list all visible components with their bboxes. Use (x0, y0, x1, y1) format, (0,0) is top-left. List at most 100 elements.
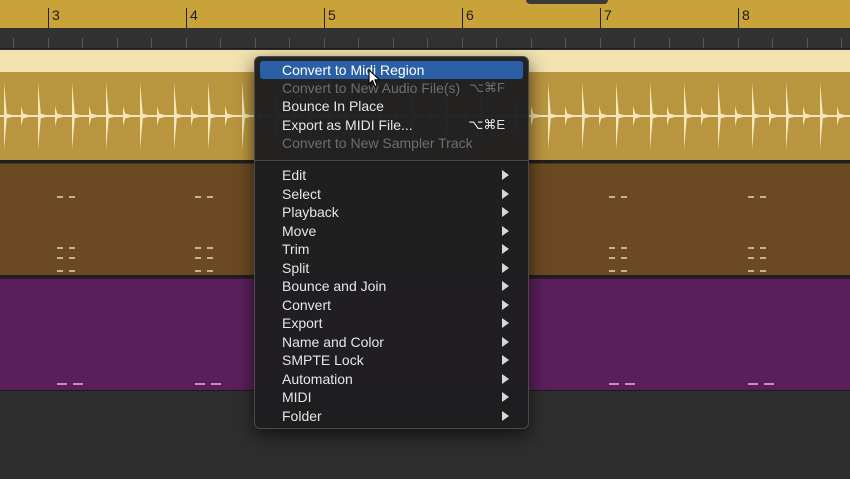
ruler-tick (324, 38, 325, 48)
ruler-tick (634, 38, 635, 48)
submenu-arrow-icon (502, 411, 509, 421)
midi-note (69, 196, 75, 198)
midi-note (207, 247, 213, 249)
menu-item-label: Export as MIDI File... (282, 117, 413, 133)
menu-item-label: Bounce In Place (282, 98, 384, 114)
ruler-subdivisions (0, 28, 850, 49)
menu-item-label: Playback (282, 204, 339, 220)
bar-marker (48, 8, 49, 28)
ruler-tick (600, 38, 601, 48)
submenu-arrow-icon (502, 244, 509, 254)
menu-item-bounce-in-place[interactable]: Bounce In Place (260, 97, 523, 115)
menu-item-label: Convert to Midi Region (282, 62, 425, 78)
submenu-select[interactable]: Select (260, 185, 523, 203)
midi-note (621, 257, 627, 259)
menu-item-label: Folder (282, 408, 322, 424)
menu-item-label: MIDI (282, 389, 312, 405)
submenu-playback[interactable]: Playback (260, 203, 523, 221)
midi-note (195, 383, 205, 385)
toolbar-button[interactable] (526, 0, 608, 4)
midi-note (211, 383, 221, 385)
midi-note (760, 257, 766, 259)
submenu-arrow-icon (502, 226, 509, 236)
menu-item-convert-to-midi-region[interactable]: Convert to Midi Region (260, 61, 523, 79)
menu-item-shortcut: ⌥⌘E (468, 117, 505, 132)
ruler-tick (117, 38, 118, 48)
bar-marker (738, 8, 739, 28)
menu-item-label: Split (282, 260, 310, 276)
submenu-arrow-icon (502, 189, 509, 199)
midi-note (69, 247, 75, 249)
midi-note (748, 247, 754, 249)
submenu-edit[interactable]: Edit (260, 166, 523, 184)
ruler-tick (48, 38, 49, 48)
ruler-tick (807, 38, 808, 48)
submenu-arrow-icon (502, 300, 509, 310)
submenu-trim[interactable]: Trim (260, 240, 523, 258)
ruler-tick (738, 38, 739, 48)
midi-note (625, 383, 635, 385)
submenu-midi[interactable]: MIDI (260, 388, 523, 406)
submenu-move[interactable]: Move (260, 222, 523, 240)
menu-item-label: Select (282, 186, 321, 202)
midi-note (195, 270, 201, 272)
ruler-tick (462, 38, 463, 48)
submenu-convert[interactable]: Convert (260, 296, 523, 314)
menu-item-label: SMPTE Lock (282, 352, 364, 368)
ruler-tick (496, 38, 497, 48)
midi-note (748, 383, 758, 385)
midi-note (760, 270, 766, 272)
midi-note (609, 383, 619, 385)
submenu-name-and-color[interactable]: Name and Color (260, 333, 523, 351)
mouse-pointer-icon (368, 69, 381, 88)
midi-note (621, 196, 627, 198)
menu-item-label: Export (282, 315, 323, 331)
bar-number: 3 (52, 7, 60, 23)
submenu-smpte-lock[interactable]: SMPTE Lock (260, 351, 523, 369)
bar-number: 4 (190, 7, 198, 23)
midi-note (760, 247, 766, 249)
submenu-arrow-icon (502, 355, 509, 365)
submenu-arrow-icon (502, 170, 509, 180)
ruler-tick (772, 38, 773, 48)
midi-note (748, 270, 754, 272)
submenu-arrow-icon (502, 318, 509, 328)
midi-note (195, 257, 201, 259)
ruler-tick (393, 38, 394, 48)
midi-note (609, 270, 615, 272)
bar-marker (186, 8, 187, 28)
ruler-tick (151, 38, 152, 48)
midi-note (748, 196, 754, 198)
submenu-arrow-icon (502, 337, 509, 347)
midi-note (57, 270, 63, 272)
menu-item-convert-to-new-sampler-track[interactable]: Convert to New Sampler Track (260, 134, 523, 152)
menu-item-label: Convert to New Sampler Track (282, 135, 473, 151)
midi-note (748, 257, 754, 259)
midi-note (207, 196, 213, 198)
submenu-export[interactable]: Export (260, 314, 523, 332)
ruler-tick (220, 38, 221, 48)
menu-item-export-as-midi-file[interactable]: Export as MIDI File... ⌥⌘E (260, 116, 523, 134)
bar-marker (462, 8, 463, 28)
midi-note (764, 383, 774, 385)
submenu-arrow-icon (502, 263, 509, 273)
midi-note (57, 196, 63, 198)
midi-note (57, 383, 67, 385)
timeline-ruler[interactable]: 3 4 5 6 7 8 (0, 0, 850, 28)
menu-item-label: Edit (282, 167, 307, 183)
bar-number: 6 (466, 7, 474, 23)
submenu-folder[interactable]: Folder (260, 407, 523, 425)
submenu-bounce-and-join[interactable]: Bounce and Join (260, 277, 523, 295)
submenu-arrow-icon (502, 207, 509, 217)
midi-note (73, 383, 83, 385)
ruler-tick (531, 38, 532, 48)
submenu-split[interactable]: Split (260, 259, 523, 277)
submenu-arrow-icon (502, 392, 509, 402)
bar-marker (600, 8, 601, 28)
midi-note (760, 196, 766, 198)
context-menu: Convert to Midi Region Convert to New Au… (254, 56, 529, 429)
midi-note (621, 247, 627, 249)
menu-item-convert-to-new-audio-file[interactable]: Convert to New Audio File(s) ⌥⌘F (260, 79, 523, 97)
submenu-automation[interactable]: Automation (260, 370, 523, 388)
ruler-tick (669, 38, 670, 48)
